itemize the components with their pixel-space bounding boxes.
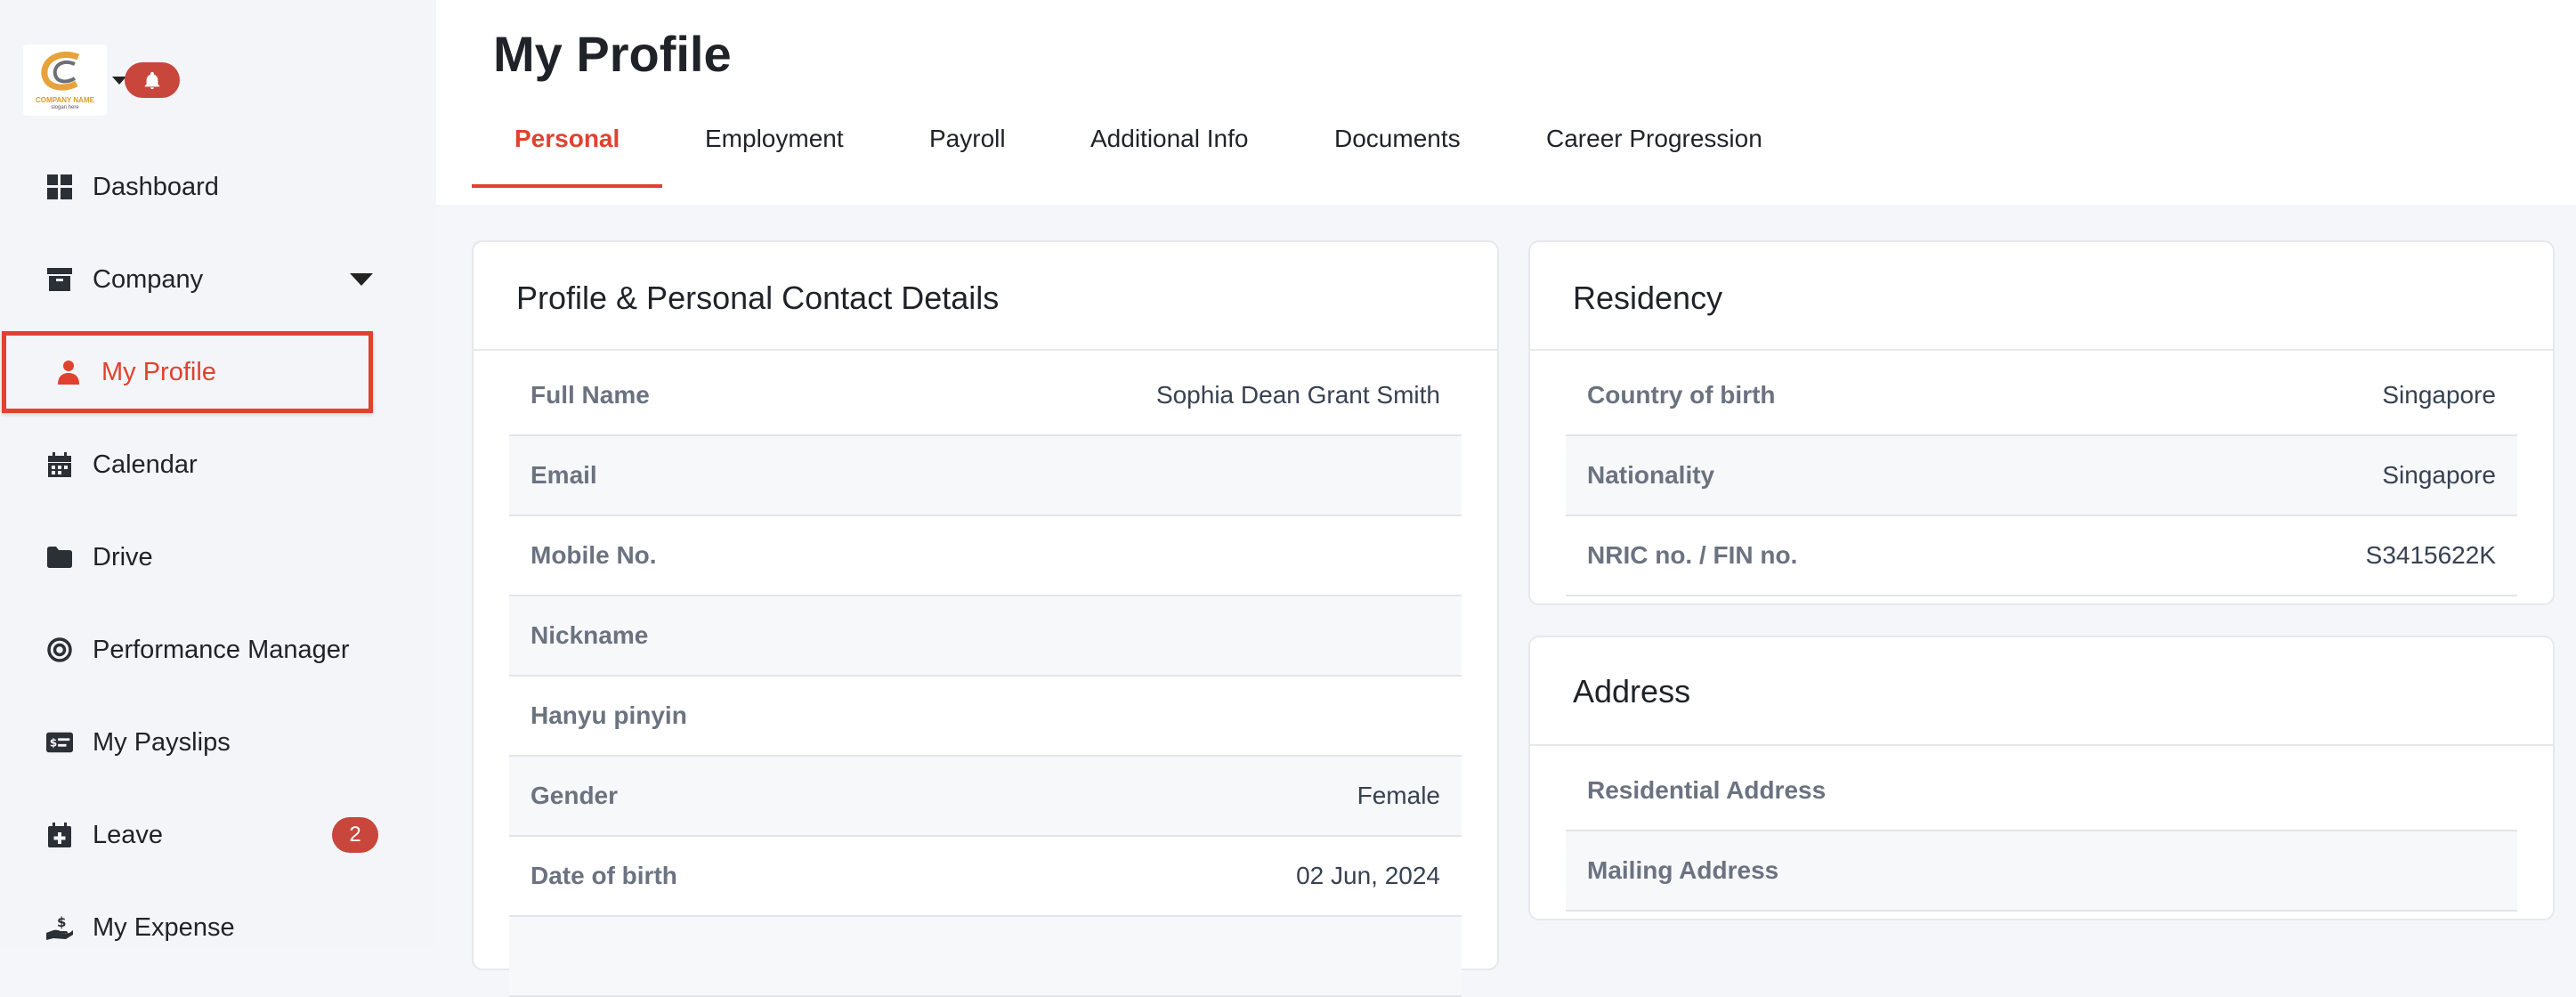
field-row-full-name: Full Name Sophia Dean Grant Smith bbox=[509, 356, 1462, 436]
card-title: Profile & Personal Contact Details bbox=[516, 280, 1000, 316]
field-label: Date of birth bbox=[531, 862, 677, 889]
leave-count-badge: 2 bbox=[332, 817, 378, 853]
card-divider bbox=[1530, 349, 2553, 351]
sidebar-item-company[interactable]: Company bbox=[46, 253, 203, 306]
sidebar-item-label: Calendar bbox=[93, 450, 198, 479]
tab-payroll[interactable]: Payroll bbox=[929, 125, 1006, 153]
sidebar-item-label: My Profile bbox=[101, 357, 216, 386]
tab-employment[interactable]: Employment bbox=[705, 125, 844, 153]
field-label: Nickname bbox=[531, 621, 649, 649]
field-value: Female bbox=[1357, 782, 1440, 809]
hand-dollar-icon: $ bbox=[46, 914, 73, 941]
card-title: Address bbox=[1573, 673, 1691, 709]
sidebar: COMPANY NAME slogan here Dashboard Compa… bbox=[0, 0, 436, 946]
field-label: Residential Address bbox=[1587, 776, 1827, 804]
field-row-hanyu-pinyin: Hanyu pinyin bbox=[509, 677, 1462, 757]
field-label: Email bbox=[531, 461, 597, 489]
bell-icon bbox=[144, 71, 160, 90]
tab-additional-info[interactable]: Additional Info bbox=[1090, 125, 1248, 153]
field-label: Mailing Address bbox=[1587, 856, 1779, 884]
field-label: Nationality bbox=[1587, 461, 1715, 489]
page-header: My Profile Personal Employment Payroll A… bbox=[436, 0, 2576, 205]
field-label: NRIC no. / FIN no. bbox=[1587, 541, 1798, 569]
payslip-icon: $ bbox=[46, 729, 73, 756]
sidebar-item-performance-manager[interactable]: Performance Manager bbox=[46, 623, 350, 677]
logo-slogan: slogan here bbox=[51, 105, 79, 110]
field-row-nickname: Nickname bbox=[509, 596, 1462, 677]
field-label: Full Name bbox=[531, 381, 650, 409]
field-row-residential-address: Residential Address bbox=[1566, 751, 2517, 831]
field-value: S3415622K bbox=[2365, 541, 2496, 569]
tab-career-progression[interactable]: Career Progression bbox=[1546, 125, 1762, 153]
tab-documents[interactable]: Documents bbox=[1334, 125, 1461, 153]
field-value: Singapore bbox=[2382, 381, 2496, 409]
sidebar-item-calendar[interactable]: Calendar bbox=[46, 438, 198, 491]
profile-details-card: Profile & Personal Contact Details Full … bbox=[472, 240, 1499, 997]
field-row-next bbox=[509, 917, 1462, 997]
tab-personal[interactable]: Personal bbox=[514, 125, 620, 153]
address-card: Address Residential Address Mailing Addr… bbox=[1528, 636, 2555, 920]
sidebar-item-dashboard[interactable]: Dashboard bbox=[46, 160, 219, 214]
svg-text:$: $ bbox=[50, 737, 57, 750]
residency-card: Residency Country of birth Singapore Nat… bbox=[1528, 240, 2555, 605]
active-tab-indicator bbox=[472, 184, 662, 188]
company-logo[interactable]: COMPANY NAME slogan here bbox=[23, 45, 107, 116]
field-row-gender: Gender Female bbox=[509, 757, 1462, 837]
field-row-mailing-address: Mailing Address bbox=[1566, 831, 2517, 912]
sidebar-item-label: Leave bbox=[93, 820, 164, 849]
card-divider bbox=[474, 349, 1497, 351]
sidebar-item-leave[interactable]: Leave bbox=[46, 808, 163, 862]
card-title: Residency bbox=[1573, 280, 1723, 316]
sidebar-item-my-expense[interactable]: $ My Expense bbox=[46, 901, 235, 954]
logo-company-name: COMPANY NAME bbox=[36, 96, 94, 104]
field-row-nationality: Nationality Singapore bbox=[1566, 436, 2517, 516]
field-label: Gender bbox=[531, 782, 619, 809]
sidebar-item-my-payslips[interactable]: $ My Payslips bbox=[46, 716, 231, 769]
field-label: Mobile No. bbox=[531, 541, 657, 569]
archive-box-icon bbox=[46, 266, 73, 293]
svg-text:$: $ bbox=[57, 915, 66, 930]
chevron-down-icon[interactable] bbox=[350, 273, 373, 286]
field-row-mobile: Mobile No. bbox=[509, 516, 1462, 596]
field-label: Hanyu pinyin bbox=[531, 701, 687, 729]
sidebar-item-label: Dashboard bbox=[93, 172, 219, 201]
sidebar-item-my-profile[interactable]: My Profile bbox=[55, 345, 216, 399]
sidebar-item-drive[interactable]: Drive bbox=[46, 531, 153, 584]
brand-area: COMPANY NAME slogan here bbox=[23, 45, 180, 116]
sidebar-item-label: My Expense bbox=[93, 912, 235, 942]
field-value: Singapore bbox=[2382, 461, 2496, 489]
dashboard-icon bbox=[46, 174, 73, 200]
field-value: 02 Jun, 2024 bbox=[1296, 862, 1440, 889]
field-value: Sophia Dean Grant Smith bbox=[1155, 381, 1440, 409]
field-label: Country of birth bbox=[1587, 381, 1776, 409]
field-row-nric-fin: NRIC no. / FIN no. S3415622K bbox=[1566, 516, 2517, 596]
sidebar-item-label: My Payslips bbox=[93, 727, 231, 757]
field-row-country-of-birth: Country of birth Singapore bbox=[1566, 356, 2517, 436]
card-divider bbox=[1530, 744, 2553, 746]
folder-icon bbox=[46, 544, 73, 571]
user-icon bbox=[55, 359, 82, 385]
calendar-plus-icon bbox=[46, 822, 73, 848]
target-icon bbox=[46, 636, 73, 663]
sidebar-item-label: Drive bbox=[93, 542, 153, 571]
sidebar-item-label: Company bbox=[93, 264, 204, 294]
calendar-icon bbox=[46, 451, 73, 478]
notifications-button[interactable] bbox=[125, 62, 180, 98]
field-row-email: Email bbox=[509, 436, 1462, 516]
page-title: My Profile bbox=[493, 26, 732, 82]
field-row-date-of-birth: Date of birth 02 Jun, 2024 bbox=[509, 837, 1462, 917]
sidebar-item-label: Performance Manager bbox=[93, 635, 350, 664]
